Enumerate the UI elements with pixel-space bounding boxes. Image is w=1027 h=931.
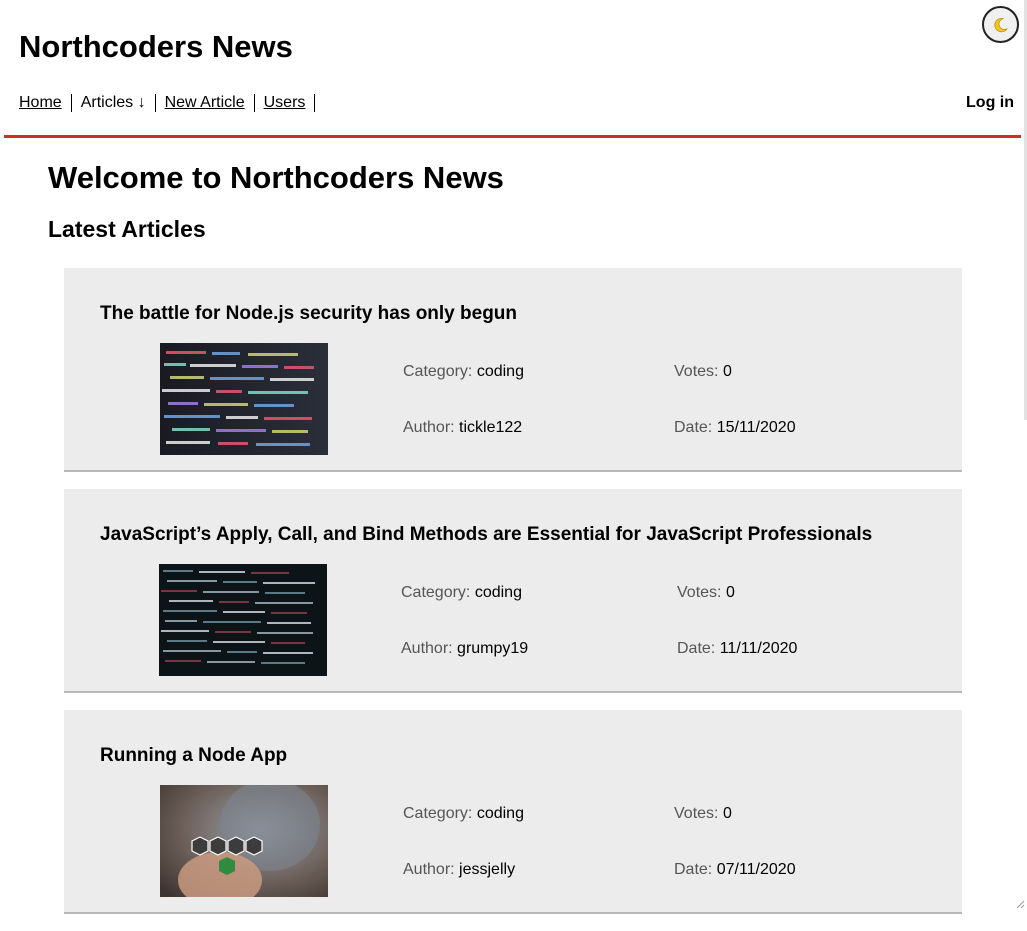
main-nav: Home Articles ↓ New Article Users [19, 94, 324, 112]
date-value: 15/11/2020 [717, 419, 796, 436]
article-category: Category: coding [403, 363, 524, 381]
nav-new-article-link[interactable]: New Article [165, 94, 245, 112]
date-value: 07/11/2020 [717, 861, 796, 878]
article-date: Date: 15/11/2020 [674, 419, 796, 437]
votes-label: Votes: [674, 805, 718, 822]
theme-toggle-button[interactable] [982, 6, 1019, 43]
nav-separator [155, 94, 156, 112]
date-value: 11/11/2020 [720, 640, 798, 657]
article-votes: Votes: 0 [674, 805, 732, 823]
votes-value: 0 [723, 363, 732, 380]
article-title[interactable]: JavaScript’s Apply, Call, and Bind Metho… [100, 524, 872, 546]
article-author: Author: jessjelly [403, 861, 515, 879]
author-value[interactable]: grumpy19 [457, 640, 528, 657]
date-label: Date: [677, 640, 715, 657]
resize-grip-icon[interactable] [1015, 899, 1025, 909]
article-title[interactable]: Running a Node App [100, 745, 287, 767]
votes-label: Votes: [674, 363, 718, 380]
page-title: Welcome to Northcoders News [48, 160, 962, 200]
category-value[interactable]: coding [477, 363, 524, 380]
article-votes: Votes: 0 [677, 584, 735, 602]
article-image[interactable] [159, 564, 327, 676]
site-title[interactable]: Northcoders News [19, 29, 293, 65]
category-value[interactable]: coding [475, 584, 522, 601]
article-author: Author: grumpy19 [401, 640, 528, 658]
author-value[interactable]: jessjelly [459, 861, 515, 878]
article-date: Date: 11/11/2020 [677, 640, 797, 658]
header-divider [4, 135, 1021, 138]
moon-icon [992, 16, 1010, 34]
category-label: Category: [403, 805, 472, 822]
category-value[interactable]: coding [477, 805, 524, 822]
nav-separator [254, 94, 255, 112]
author-label: Author: [403, 419, 455, 436]
article-author: Author: tickle122 [403, 419, 522, 437]
votes-label: Votes: [677, 584, 721, 601]
article-card[interactable]: The battle for Node.js security has only… [64, 268, 962, 472]
article-category: Category: coding [403, 805, 524, 823]
article-card[interactable]: JavaScript’s Apply, Call, and Bind Metho… [64, 489, 962, 693]
category-label: Category: [401, 584, 470, 601]
latest-articles-heading: Latest Articles [48, 216, 962, 243]
nav-separator [314, 94, 315, 112]
article-category: Category: coding [401, 584, 522, 602]
nav-articles-dropdown[interactable]: Articles ↓ [81, 94, 146, 112]
author-value[interactable]: tickle122 [459, 419, 522, 436]
author-label: Author: [401, 640, 453, 657]
votes-value: 0 [726, 584, 735, 601]
votes-value: 0 [723, 805, 732, 822]
main-content: Welcome to Northcoders News Latest Artic… [48, 160, 962, 243]
nav-users-link[interactable]: Users [264, 94, 306, 112]
article-list: The battle for Node.js security has only… [64, 268, 962, 931]
site-header: Northcoders News Home Articles ↓ New Art… [0, 0, 1027, 138]
nav-home-link[interactable]: Home [19, 94, 62, 112]
category-label: Category: [403, 363, 472, 380]
article-title[interactable]: The battle for Node.js security has only… [100, 303, 517, 325]
login-button[interactable]: Log in [966, 94, 1014, 112]
author-label: Author: [403, 861, 455, 878]
article-image[interactable] [160, 785, 328, 897]
article-date: Date: 07/11/2020 [674, 861, 796, 879]
date-label: Date: [674, 861, 712, 878]
nav-separator [71, 94, 72, 112]
article-card[interactable]: Running a Node App [64, 710, 962, 914]
article-votes: Votes: 0 [674, 363, 732, 381]
date-label: Date: [674, 419, 712, 436]
article-image[interactable] [160, 343, 328, 455]
